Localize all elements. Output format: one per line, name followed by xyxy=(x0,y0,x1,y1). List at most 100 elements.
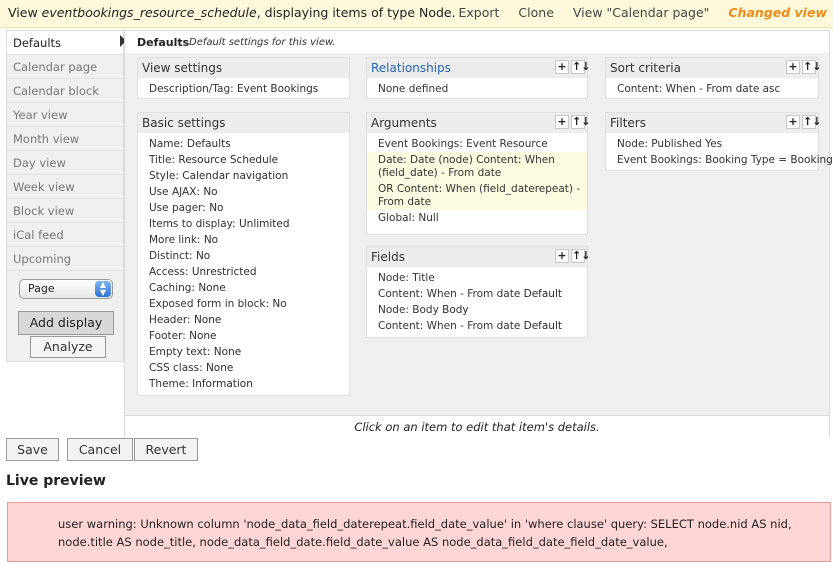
sort-criteria-box: Sort criteria + ↑↓ Content: When - From dat… xyxy=(605,57,821,99)
setting-value: None xyxy=(189,330,217,342)
setting-item[interactable]: Global: Null xyxy=(367,210,587,226)
panel-display-name: Defaults xyxy=(137,36,190,49)
display-tab-calendar-page[interactable]: Calendar page xyxy=(7,55,123,79)
box-actions: + ↑↓ xyxy=(784,60,821,74)
view-header-links: Export Clone View "Calendar page" Change… xyxy=(444,5,827,20)
setting-label: Content: When - From date asc xyxy=(617,83,781,95)
view-settings-box: View settings Description/Tag: Event Book… xyxy=(137,57,350,99)
export-link[interactable]: Export xyxy=(459,5,500,20)
setting-value: Unrestricted xyxy=(191,266,257,278)
setting-item[interactable]: Event Bookings: Booking Type = Booking xyxy=(606,152,833,168)
setting-value: Event Bookings xyxy=(237,83,319,95)
setting-label: Event Bookings: Event Resource xyxy=(378,138,548,150)
setting-label: Use pager: xyxy=(149,202,210,214)
display-tab-defaults[interactable]: Defaults xyxy=(7,31,123,55)
view-header-bar: View eventbookings_resource_schedule, di… xyxy=(0,0,833,28)
add-item-icon[interactable]: + xyxy=(786,115,800,129)
setting-item[interactable]: Description/Tag: Event Bookings xyxy=(138,81,349,97)
setting-value: Body xyxy=(442,304,469,316)
setting-item[interactable]: Theme: Information xyxy=(138,376,349,392)
setting-item[interactable]: Node: Body Body xyxy=(367,302,587,318)
relationships-title[interactable]: Relationships xyxy=(371,61,451,75)
add-display-button[interactable]: Add display xyxy=(18,311,114,335)
setting-value: None xyxy=(205,362,234,374)
setting-item[interactable]: Content: When - From date Default xyxy=(367,318,587,334)
add-item-icon[interactable]: + xyxy=(555,249,569,263)
display-tab-ical-feed[interactable]: iCal feed xyxy=(7,223,123,247)
setting-label: Node: Published Yes xyxy=(617,138,723,150)
setting-item[interactable]: Footer: None xyxy=(138,328,349,344)
setting-label: Theme: xyxy=(149,378,193,390)
setting-label: OR Content: When (field_daterepeat) - Fr… xyxy=(378,183,581,208)
display-tab-week-view[interactable]: Week view xyxy=(7,175,123,199)
setting-item[interactable]: Access: Unrestricted xyxy=(138,264,349,280)
analyze-button[interactable]: Analyze xyxy=(30,336,106,358)
setting-item[interactable]: CSS class: None xyxy=(138,360,349,376)
setting-item[interactable]: Use pager: No xyxy=(138,200,349,216)
revert-button[interactable]: Revert xyxy=(134,438,198,461)
display-tab-calendar-block[interactable]: Calendar block xyxy=(7,79,123,103)
setting-item[interactable]: OR Content: When (field_daterepeat) - Fr… xyxy=(367,181,587,210)
live-preview-heading: Live preview xyxy=(6,473,106,489)
setting-label: Node: Title xyxy=(378,272,435,284)
save-button[interactable]: Save xyxy=(6,438,59,461)
setting-value: No xyxy=(203,234,219,246)
filters-title: Filters xyxy=(610,116,646,130)
error-message: user warning: Unknown column 'node_data_… xyxy=(7,502,831,562)
setting-item[interactable]: Caching: None xyxy=(138,280,349,296)
setting-value: Resource Schedule xyxy=(178,154,279,166)
arguments-title: Arguments xyxy=(371,116,437,130)
add-item-icon[interactable]: + xyxy=(555,60,569,74)
rearrange-icon[interactable]: ↑↓ xyxy=(802,60,821,74)
setting-item[interactable]: Empty text: None xyxy=(138,344,349,360)
setting-item[interactable]: Content: When - From date Default xyxy=(367,286,587,302)
setting-item[interactable]: Use AJAX: No xyxy=(138,184,349,200)
setting-item[interactable]: More link: No xyxy=(138,232,349,248)
fields-title: Fields xyxy=(371,250,405,264)
setting-label: Content: When - From date xyxy=(378,320,524,332)
setting-label: Title: xyxy=(149,154,179,166)
relationships-header: Relationships + ↑↓ xyxy=(367,58,590,78)
setting-item[interactable]: Distinct: No xyxy=(138,248,349,264)
display-tab-month-view[interactable]: Month view xyxy=(7,127,123,151)
setting-item[interactable]: Name: Defaults xyxy=(138,136,349,152)
clone-link[interactable]: Clone xyxy=(518,5,553,20)
setting-value: No xyxy=(195,250,211,262)
setting-label: Global: Null xyxy=(378,212,439,224)
setting-label: Event Bookings: Booking Type xyxy=(617,154,779,166)
setting-item[interactable]: Content: When - From date asc xyxy=(606,81,818,97)
setting-item[interactable]: Node: Published Yes xyxy=(606,136,818,152)
display-tab-upcoming[interactable]: Upcoming xyxy=(7,247,123,271)
setting-item[interactable]: Header: None xyxy=(138,312,349,328)
display-tab-year-view[interactable]: Year view xyxy=(7,103,123,127)
setting-label: Footer: xyxy=(149,330,190,342)
setting-item[interactable]: None defined xyxy=(367,81,587,97)
add-item-icon[interactable]: + xyxy=(786,60,800,74)
box-actions: + ↑↓ xyxy=(553,249,590,263)
rearrange-icon[interactable]: ↑↓ xyxy=(571,249,590,263)
rearrange-icon[interactable]: ↑↓ xyxy=(571,115,590,129)
add-item-icon[interactable]: + xyxy=(555,115,569,129)
setting-item[interactable]: Title: Resource Schedule xyxy=(138,152,349,168)
setting-label: Caching: xyxy=(149,282,199,294)
display-tab-day-view[interactable]: Day view xyxy=(7,151,123,175)
display-tab-block-view[interactable]: Block view xyxy=(7,199,123,223)
rearrange-icon[interactable]: ↑↓ xyxy=(802,115,821,129)
setting-item[interactable]: Items to display: Unlimited xyxy=(138,216,349,232)
cancel-button[interactable]: Cancel xyxy=(67,438,133,461)
box-actions: + ↑↓ xyxy=(553,115,590,129)
setting-label: Date: Date (node) Content: When (field_d… xyxy=(378,154,555,179)
basic-settings-header: Basic settings xyxy=(138,113,349,133)
rearrange-icon[interactable]: ↑↓ xyxy=(571,60,590,74)
setting-item[interactable]: Style: Calendar navigation xyxy=(138,168,349,184)
setting-item[interactable]: Node: Title xyxy=(367,270,587,286)
setting-item[interactable]: Exposed form in block: No xyxy=(138,296,349,312)
setting-label: Items to display: xyxy=(149,218,239,230)
view-page-link[interactable]: View "Calendar page" xyxy=(573,5,710,20)
setting-value: No xyxy=(272,298,287,310)
setting-label: Content: When - From date xyxy=(378,288,524,300)
setting-item[interactable]: Event Bookings: Event Resource xyxy=(367,136,587,152)
sort-criteria-header: Sort criteria + ↑↓ xyxy=(606,58,821,78)
setting-item[interactable]: Date: Date (node) Content: When (field_d… xyxy=(367,152,587,181)
display-type-select[interactable]: Page ▲ ▼ xyxy=(19,279,113,299)
